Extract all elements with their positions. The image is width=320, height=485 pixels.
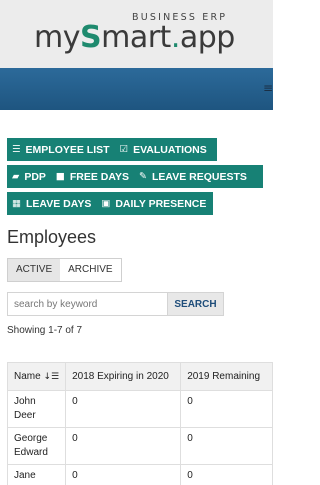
- cell-2018: 0: [65, 464, 182, 485]
- book-icon: ▰: [12, 171, 20, 182]
- column-header-2018[interactable]: 2018 Expiring in 2020: [65, 362, 182, 391]
- cell-2018: 0: [65, 390, 182, 428]
- employee-list-button[interactable]: ☰ EMPLOYEE LIST: [7, 138, 115, 161]
- table-row[interactable]: George Edward 0 0: [6, 427, 273, 465]
- column-header-name[interactable]: Name ↓☰: [6, 362, 67, 391]
- logo-mid: mart: [101, 20, 171, 55]
- edit-icon: ✎: [139, 171, 147, 182]
- leave-days-button[interactable]: ▦ LEAVE DAYS: [7, 192, 96, 215]
- column-header-name-label: Name: [14, 371, 41, 382]
- employees-table: Name ↓☰ 2018 Expiring in 2020 2019 Remai…: [6, 362, 273, 485]
- table-row[interactable]: Jane 0 0: [6, 464, 273, 485]
- page-title: Employees: [7, 227, 97, 247]
- suitcase-icon: ■: [55, 171, 65, 182]
- leave-requests-button[interactable]: ✎ LEAVE REQUESTS: [134, 165, 252, 188]
- header-logo-bar: BUSINESS ERP mySmart.app: [0, 0, 273, 68]
- status-tabs: ACTIVE ARCHIVE: [7, 258, 122, 282]
- button-row-1: ☰ EMPLOYEE LIST ☑ EVALUATIONS: [7, 138, 217, 161]
- logo-suffix: app: [179, 20, 235, 55]
- leave-days-label: LEAVE DAYS: [25, 197, 92, 210]
- logo-s: S: [79, 20, 102, 55]
- sort-icon[interactable]: ↓☰: [43, 372, 59, 382]
- check-square-icon: ☑: [119, 144, 129, 155]
- cell-2019: 0: [180, 464, 273, 485]
- table-header-row: Name ↓☰ 2018 Expiring in 2020 2019 Remai…: [6, 362, 273, 391]
- calendar-icon: ▣: [101, 198, 111, 209]
- pdp-label: PDP: [24, 170, 46, 183]
- pdp-button[interactable]: ▰ PDP: [7, 165, 51, 188]
- daily-presence-label: DAILY PRESENCE: [115, 197, 207, 210]
- column-header-2019[interactable]: 2019 Remaining: [180, 362, 273, 391]
- cell-name: John Deer: [6, 390, 67, 428]
- cell-2018: 0: [65, 427, 182, 465]
- employee-list-label: EMPLOYEE LIST: [25, 143, 110, 156]
- search-box: SEARCH: [7, 292, 224, 316]
- navbar: ≡: [0, 68, 273, 110]
- cell-name: George Edward: [6, 427, 67, 465]
- search-button[interactable]: SEARCH: [167, 293, 223, 315]
- daily-presence-button[interactable]: ▣ DAILY PRESENCE: [96, 192, 211, 215]
- tab-archive[interactable]: ARCHIVE: [60, 259, 121, 281]
- cell-2019: 0: [180, 427, 273, 465]
- hamburger-icon[interactable]: ≡: [263, 81, 273, 95]
- free-days-button[interactable]: ■ FREE DAYS: [51, 165, 134, 188]
- results-count: Showing 1-7 of 7: [7, 325, 83, 336]
- button-row-3: ▦ LEAVE DAYS ▣ DAILY PRESENCE: [7, 192, 213, 215]
- logo-dot: .: [170, 20, 181, 55]
- evaluations-label: EVALUATIONS: [133, 143, 207, 156]
- evaluations-button[interactable]: ☑ EVALUATIONS: [115, 138, 212, 161]
- free-days-label: FREE DAYS: [69, 170, 130, 183]
- table-row[interactable]: John Deer 0 0: [6, 390, 273, 428]
- list-icon: ☰: [12, 144, 21, 155]
- logo[interactable]: mySmart.app: [34, 20, 235, 55]
- cell-name: Jane: [6, 464, 67, 485]
- leave-requests-label: LEAVE REQUESTS: [152, 170, 247, 183]
- search-input[interactable]: [8, 293, 167, 315]
- logo-prefix: my: [34, 20, 80, 55]
- cell-2019: 0: [180, 390, 273, 428]
- calendar-icon: ▦: [12, 198, 21, 209]
- button-row-2: ▰ PDP ■ FREE DAYS ✎ LEAVE REQUESTS: [7, 165, 263, 188]
- tab-active[interactable]: ACTIVE: [8, 259, 61, 281]
